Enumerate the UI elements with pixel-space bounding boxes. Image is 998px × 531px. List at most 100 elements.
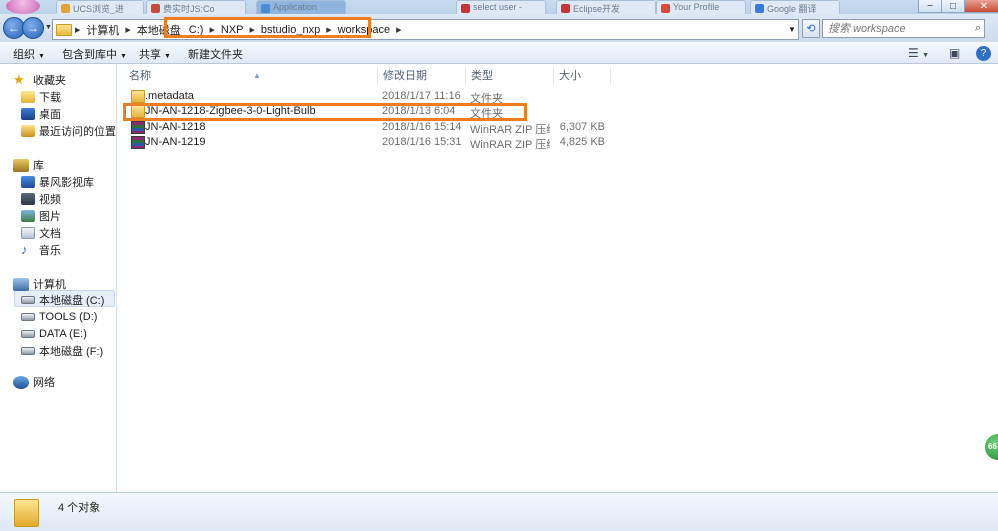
column-header-modified[interactable]: 修改日期 — [378, 67, 466, 85]
column-header-name[interactable]: 名称 ▲ — [124, 67, 378, 85]
system-drive-icon — [21, 296, 35, 304]
desktop-icon — [21, 108, 35, 120]
file-size: 4,825 KB — [559, 136, 605, 148]
chevron-down-icon: ▼ — [164, 53, 171, 60]
library-icon — [13, 158, 29, 172]
sort-ascending-icon: ▲ — [253, 71, 261, 80]
browser-tab[interactable]: Google 翻译 — [750, 0, 840, 14]
nav-item-music[interactable]: ♪ 音乐 — [21, 242, 61, 258]
tab-favicon-icon — [151, 4, 160, 13]
search-box[interactable]: ⌕ — [822, 19, 985, 38]
zip-archive-icon — [131, 136, 145, 149]
refresh-icon: ⟲ — [806, 23, 816, 35]
folder-icon — [131, 90, 145, 103]
search-icon[interactable]: ⌕ — [975, 22, 981, 35]
nav-item-videos[interactable]: 视频 — [21, 191, 61, 207]
tab-favicon-icon — [61, 4, 70, 13]
tab-favicon-icon — [661, 4, 670, 13]
folder-highlight-annotation — [123, 103, 527, 121]
nav-item-drive-e[interactable]: DATA (E:) — [21, 326, 87, 342]
include-in-library-button[interactable]: 包含到库中 ▼ — [62, 46, 127, 62]
file-row[interactable]: JN-AN-1219 2018/1/16 15:31 WinRAR ZIP 压缩… — [128, 135, 608, 151]
recent-places-icon — [21, 125, 35, 137]
nav-item-desktop[interactable]: 桌面 — [21, 106, 61, 122]
details-pane: 4 个对象 — [0, 492, 998, 531]
browser-tab-strip: UCS浏览_进 费实时JS:Co Application select user… — [0, 0, 998, 14]
browser-tab[interactable]: Application — [256, 0, 346, 14]
nav-item-drive-f[interactable]: 本地磁盘 (F:) — [21, 343, 103, 359]
folder-icon — [56, 23, 72, 36]
computer-icon — [13, 277, 29, 291]
address-dropdown-icon[interactable]: ▼ — [785, 20, 799, 39]
nav-libraries[interactable]: 库 — [13, 157, 44, 173]
file-name: JN-AN-1218 — [145, 121, 206, 133]
nav-computer[interactable]: 计算机 — [13, 276, 66, 292]
document-library-icon — [21, 227, 35, 239]
nav-item-baofeng-library[interactable]: 暴风影视库 — [21, 174, 94, 190]
picture-library-icon — [21, 210, 35, 222]
nav-item-downloads[interactable]: 下载 — [21, 89, 61, 105]
minimize-button[interactable]: − — [918, 0, 942, 13]
browser-tab[interactable]: UCS浏览_进 — [56, 0, 144, 14]
tab-favicon-icon — [461, 4, 470, 13]
column-header-size[interactable]: 大小 — [554, 67, 611, 85]
new-folder-button[interactable]: 新建文件夹 — [188, 46, 243, 62]
change-view-icon[interactable]: ☰ ▼ — [908, 46, 929, 60]
tab-favicon-icon — [261, 4, 270, 13]
close-button[interactable]: ✕ — [964, 0, 998, 13]
file-name: .metadata — [145, 90, 194, 102]
nav-favorites[interactable]: ★ 收藏夹 — [13, 72, 66, 88]
chevron-down-icon: ▼ — [38, 53, 45, 60]
command-toolbar: 组织 ▼ 包含到库中 ▼ 共享 ▼ 新建文件夹 ☰ ▼ ▣ ? — [0, 42, 998, 64]
file-row[interactable]: JN-AN-1218 2018/1/16 15:14 WinRAR ZIP 压缩… — [128, 120, 608, 136]
tab-favicon-icon — [755, 4, 764, 13]
nav-item-drive-d[interactable]: TOOLS (D:) — [21, 309, 97, 325]
nav-network[interactable]: 网络 — [13, 374, 55, 390]
media-library-icon — [21, 176, 35, 188]
file-list-pane: 名称 ▲ 修改日期 类型 大小 .metadata 2018/1/17 11:16… — [118, 64, 998, 492]
file-type: WinRAR ZIP 压缩... — [470, 139, 550, 151]
maximize-button[interactable]: □ — [941, 0, 965, 13]
preview-pane-icon[interactable]: ▣ — [949, 46, 960, 60]
file-modified: 2018/1/17 11:16 — [382, 90, 461, 102]
navigation-pane: ★ 收藏夹 下载 桌面 最近访问的位置 库 暴风影视库 视频 图片 文档 ♪ 音乐 … — [0, 64, 117, 492]
path-highlight-annotation — [164, 17, 371, 38]
drive-icon — [21, 313, 35, 321]
folder-icon — [14, 499, 39, 527]
browser-tab[interactable]: Eclipse开发 — [556, 0, 656, 14]
chevron-right-icon[interactable]: ▶ — [122, 26, 133, 34]
video-library-icon — [21, 193, 35, 205]
item-count: 4 个对象 — [58, 502, 101, 514]
music-note-icon: ♪ — [21, 242, 28, 257]
drive-icon — [21, 330, 35, 338]
app-orb-icon[interactable] — [6, 0, 40, 14]
nav-item-drive-c[interactable]: 本地磁盘 (C:) — [21, 292, 104, 308]
refresh-button[interactable]: ⟲ — [802, 19, 820, 38]
file-modified: 2018/1/16 15:14 — [382, 121, 462, 133]
chevron-right-icon[interactable]: ▶ — [72, 26, 83, 34]
file-modified: 2018/1/16 15:31 — [382, 136, 462, 148]
search-input[interactable] — [823, 20, 963, 37]
help-icon[interactable]: ? — [976, 46, 991, 61]
nav-item-recent-places[interactable]: 最近访问的位置 — [21, 123, 116, 139]
breadcrumb-computer[interactable]: 计算机 — [83, 20, 122, 39]
file-size: 6,307 KB — [559, 121, 605, 133]
network-icon — [13, 375, 29, 389]
chevron-down-icon: ▼ — [120, 53, 127, 60]
tab-favicon-icon — [561, 4, 570, 13]
star-icon: ★ — [13, 71, 25, 87]
drive-icon — [21, 347, 35, 355]
download-folder-icon — [21, 91, 35, 103]
browser-tab[interactable]: select user - — [456, 0, 546, 14]
nav-item-pictures[interactable]: 图片 — [21, 208, 61, 224]
browser-tab[interactable]: 费实时JS:Co — [146, 0, 246, 14]
chevron-right-icon[interactable]: ▶ — [393, 26, 404, 34]
browser-tab[interactable]: Your Profile — [656, 0, 746, 14]
file-name: JN-AN-1219 — [145, 136, 206, 148]
share-button[interactable]: 共享 ▼ — [139, 46, 171, 62]
zip-archive-icon — [131, 121, 145, 134]
column-header-type[interactable]: 类型 — [466, 67, 554, 85]
nav-item-documents[interactable]: 文档 — [21, 225, 61, 241]
organize-menu-button[interactable]: 组织 ▼ — [13, 46, 45, 62]
forward-button[interactable]: → — [22, 17, 44, 39]
